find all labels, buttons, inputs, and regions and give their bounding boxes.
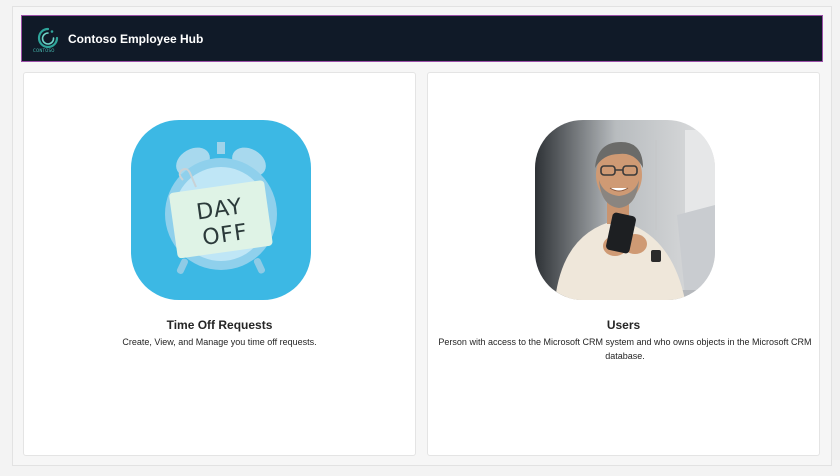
contoso-logo-icon: CONTOSO — [33, 26, 61, 53]
card-description: Person with access to the Microsoft CRM … — [438, 337, 812, 361]
logo-text: CONTOSO — [33, 47, 55, 53]
card-description: Create, View, and Manage you time off re… — [122, 337, 317, 347]
person-with-phone-image — [535, 120, 715, 300]
users-card[interactable]: Users Person with access to the Microsof… — [427, 72, 820, 456]
card-title: Users — [606, 318, 641, 332]
app-title: Contoso Employee Hub — [68, 31, 204, 46]
card-title: Time Off Requests — [166, 318, 273, 332]
time-off-requests-card[interactable]: DAY OFF Time Off Requests Create, View, … — [23, 72, 416, 456]
scroll-gutter — [832, 60, 840, 460]
app-header: CONTOSO Contoso Employee Hub — [21, 15, 823, 62]
alarm-clock-day-off-image: DAY OFF — [131, 120, 311, 300]
